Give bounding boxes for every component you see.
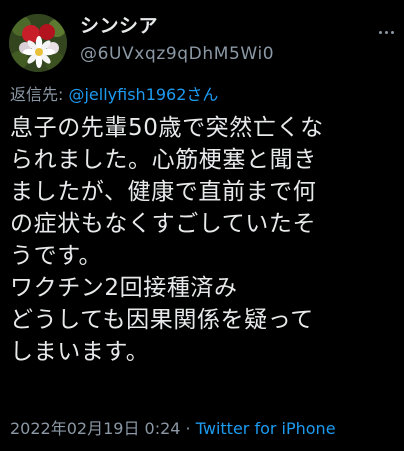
- tweet-line: ワクチン2回接種済み: [10, 275, 238, 301]
- tweet-line: どうしても因果関係を疑って: [10, 307, 314, 333]
- tweet-line: られました。心筋梗塞と聞き: [10, 147, 317, 173]
- more-dot: [384, 30, 388, 34]
- meta-separator: ·: [180, 419, 196, 438]
- tweet-meta: 2022年02月19日 0:24 · Twitter for iPhone: [10, 418, 336, 440]
- reply-to-line: 返信先: @jellyfish1962さん: [10, 84, 218, 106]
- tweet-line: の症状もなくすごしていたそ: [10, 211, 317, 237]
- reply-mention-link[interactable]: @jellyfish1962さん: [68, 85, 218, 104]
- timestamp[interactable]: 2022年02月19日 0:24: [10, 419, 180, 438]
- tweet-text: 息子の先輩50歳で突然亡くな られました。心筋梗塞と聞き ましたが、健康で直前ま…: [10, 112, 400, 368]
- more-dot: [390, 30, 394, 34]
- tweet-line: しまいます。: [10, 339, 150, 365]
- source-link[interactable]: Twitter for iPhone: [196, 419, 336, 438]
- reply-prefix: 返信先:: [10, 85, 69, 104]
- flower-bouquet-avatar-icon: [9, 14, 67, 72]
- more-options-icon[interactable]: [376, 24, 396, 40]
- avatar[interactable]: [9, 14, 67, 72]
- tweet-card: シンシア @6UVxqz9qDhM5Wi0 返信先: @jellyfish196…: [0, 0, 404, 451]
- tweet-header: シンシア @6UVxqz9qDhM5Wi0: [80, 14, 274, 66]
- display-name[interactable]: シンシア: [80, 14, 274, 38]
- more-dot: [378, 30, 382, 34]
- user-handle[interactable]: @6UVxqz9qDhM5Wi0: [80, 42, 274, 66]
- tweet-line: ましたが、健康で直前まで何: [10, 179, 317, 205]
- tweet-line: 息子の先輩50歳で突然亡くな: [10, 115, 324, 141]
- tweet-line: うです。: [10, 243, 103, 269]
